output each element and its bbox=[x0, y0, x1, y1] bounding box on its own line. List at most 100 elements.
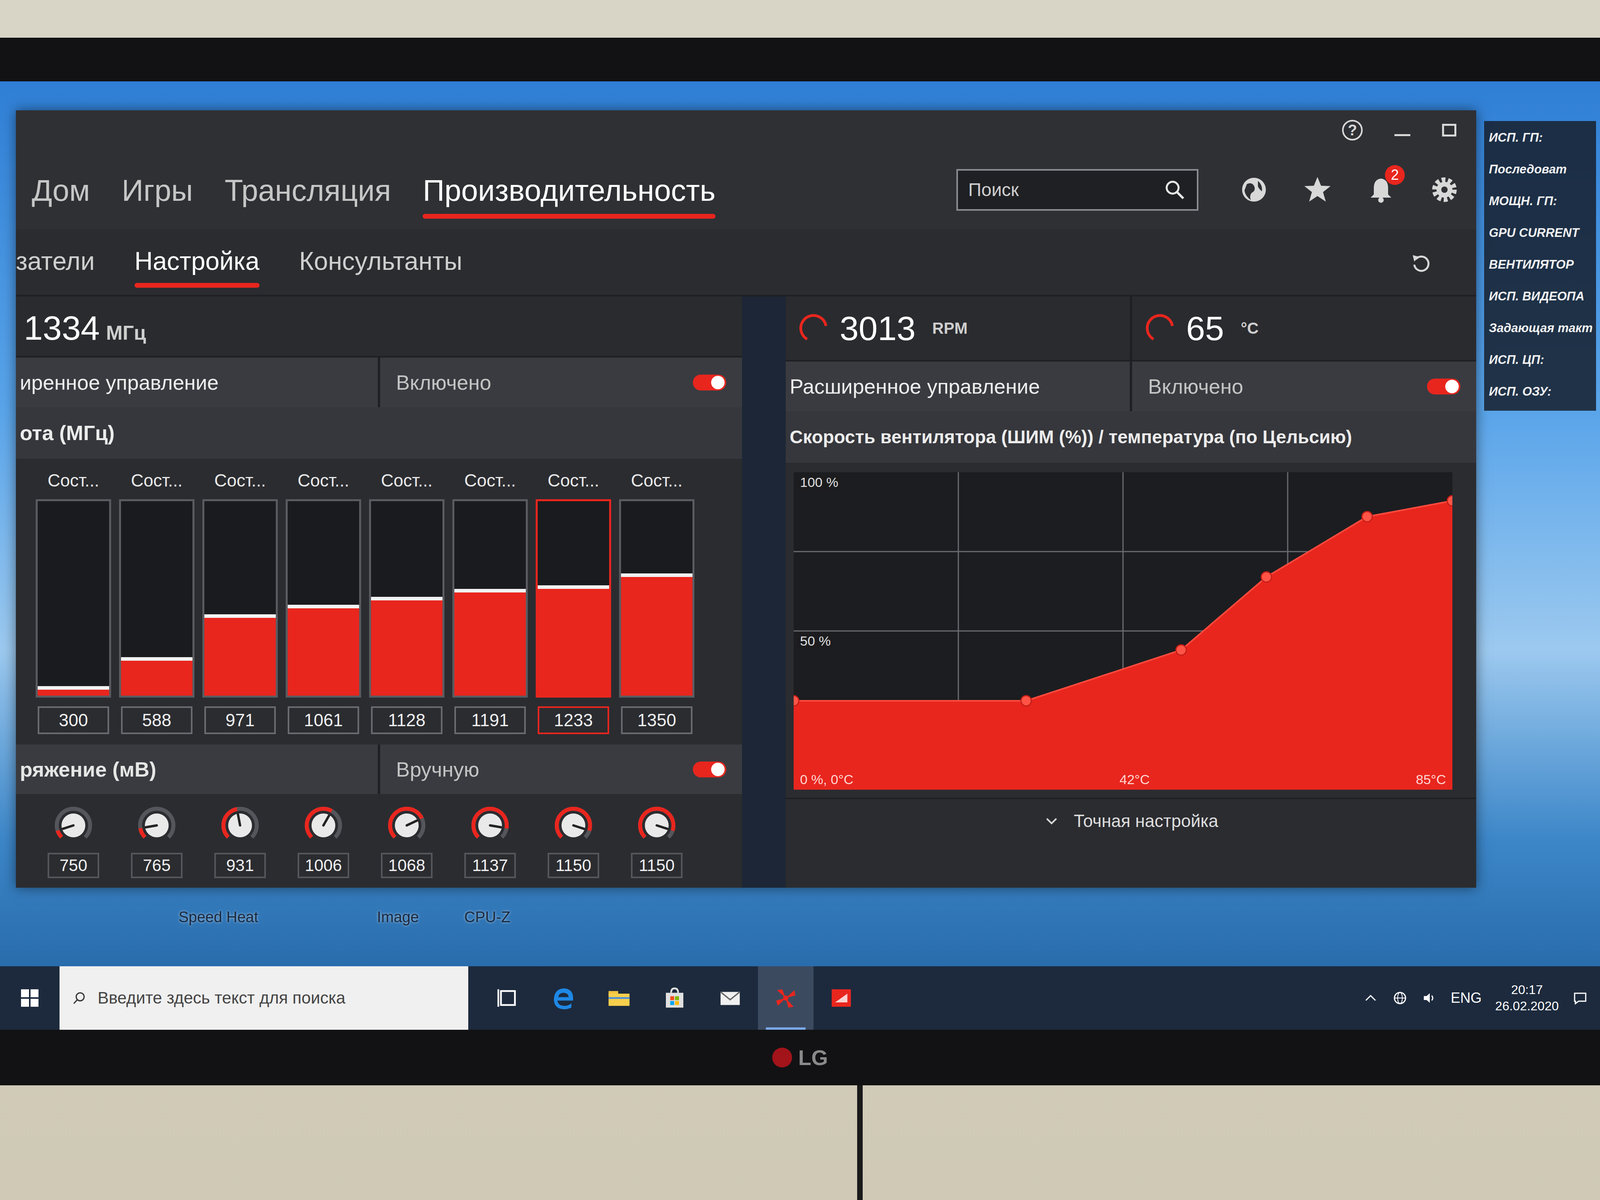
state-label: Сост... bbox=[214, 470, 266, 491]
state-label: Сост... bbox=[547, 470, 600, 491]
fan-curve-point[interactable] bbox=[1021, 695, 1032, 706]
notifications[interactable]: 2 bbox=[1365, 173, 1397, 206]
action-center-icon[interactable] bbox=[1572, 990, 1589, 1006]
sub-tab[interactable]: Настройка bbox=[134, 236, 280, 288]
nav-tab[interactable]: Производительность bbox=[406, 161, 732, 219]
network-icon[interactable] bbox=[1392, 990, 1408, 1006]
brand-name: LG bbox=[798, 1045, 829, 1070]
state-slider[interactable] bbox=[535, 499, 612, 698]
fine-tune-toggle[interactable]: Точная настройка bbox=[785, 797, 1477, 843]
task-view-icon bbox=[494, 984, 522, 1012]
taskbar-app[interactable] bbox=[757, 966, 814, 1030]
state-slider[interactable] bbox=[452, 499, 528, 698]
y-axis-label: 50 % bbox=[797, 633, 834, 649]
taskbar-app[interactable] bbox=[646, 966, 703, 1030]
gear-icon[interactable] bbox=[1428, 173, 1461, 206]
knob-value[interactable]: 1150 bbox=[547, 852, 600, 879]
minimize-button[interactable] bbox=[1394, 134, 1411, 137]
state-value[interactable]: 1061 bbox=[287, 706, 360, 735]
taskbar-app[interactable] bbox=[535, 966, 592, 1030]
nav-tab[interactable]: Трансляция bbox=[208, 161, 407, 219]
state-slider[interactable] bbox=[35, 499, 112, 698]
state-value[interactable]: 971 bbox=[204, 706, 276, 735]
nav-tab[interactable]: Дом bbox=[27, 161, 106, 219]
fan-advanced-toggle[interactable] bbox=[1426, 378, 1461, 395]
taskbar-apps bbox=[480, 966, 870, 1030]
knob-value[interactable]: 1137 bbox=[464, 852, 516, 879]
taskbar-app[interactable] bbox=[702, 966, 758, 1030]
wall bbox=[0, 1085, 1600, 1200]
search-field[interactable]: Поиск bbox=[956, 169, 1199, 211]
voltage-mode: Вручную bbox=[380, 744, 743, 795]
state-label: Сост... bbox=[380, 470, 433, 491]
knob-icon[interactable] bbox=[634, 803, 679, 848]
knob-value[interactable]: 1006 bbox=[297, 852, 350, 879]
knob-icon[interactable] bbox=[551, 803, 596, 848]
toggle-thumb bbox=[711, 762, 725, 777]
knob-value[interactable]: 1068 bbox=[380, 852, 433, 879]
chevron-down-icon bbox=[1043, 813, 1060, 829]
state-slider[interactable] bbox=[202, 499, 278, 698]
state-slider[interactable] bbox=[369, 499, 445, 698]
knob-value[interactable]: 931 bbox=[214, 852, 266, 879]
state-value[interactable]: 1128 bbox=[371, 706, 443, 735]
state-fill bbox=[537, 585, 610, 697]
clock-time: 20:17 bbox=[1511, 982, 1543, 998]
sub-tab[interactable]: Консультанты bbox=[299, 236, 483, 288]
speaker-icon[interactable] bbox=[1421, 990, 1438, 1006]
knob-icon[interactable] bbox=[51, 803, 96, 848]
taskbar-app[interactable] bbox=[480, 966, 536, 1030]
reset-icon[interactable] bbox=[1408, 250, 1433, 275]
globe-icon[interactable] bbox=[1238, 173, 1270, 206]
fan-chart-canvas[interactable]: 100 %50 %0 %, 0°C42°C85°C bbox=[793, 472, 1453, 790]
state-value[interactable]: 1191 bbox=[454, 706, 526, 735]
clock[interactable]: 20:1726.02.2020 bbox=[1495, 982, 1559, 1014]
knob-value[interactable]: 750 bbox=[47, 852, 100, 879]
state-value[interactable]: 588 bbox=[121, 706, 193, 735]
desktop-icon-label[interactable]: Speed Heat bbox=[178, 908, 259, 926]
state-slider[interactable] bbox=[285, 499, 362, 698]
fan-curve-point[interactable] bbox=[793, 695, 799, 706]
state-slider[interactable] bbox=[619, 499, 695, 698]
state-label: Сост... bbox=[130, 470, 183, 491]
running-indicator bbox=[488, 1027, 528, 1030]
desktop-icon-label[interactable]: CPU-Z bbox=[464, 908, 511, 926]
fan-advanced-value: Включено bbox=[1132, 361, 1477, 412]
taskbar-search[interactable]: Введите здесь текст для поиска bbox=[59, 966, 469, 1030]
start-button[interactable] bbox=[0, 966, 60, 1030]
language-indicator[interactable]: ENG bbox=[1450, 989, 1482, 1007]
knob-icon[interactable] bbox=[134, 803, 179, 848]
nav-bar: ДомИгры Трансляция Производительность Поиск… bbox=[15, 150, 1477, 230]
taskbar-app[interactable] bbox=[813, 966, 870, 1030]
sub-tab-label: Консультанты bbox=[299, 246, 463, 276]
fan-curve-point[interactable] bbox=[1175, 644, 1187, 656]
desktop-icon-label[interactable]: Image bbox=[376, 908, 420, 926]
advanced-toggle[interactable] bbox=[692, 374, 727, 391]
fan-curve-point[interactable] bbox=[1361, 511, 1373, 522]
fan-curve-point[interactable] bbox=[1261, 571, 1272, 583]
knob-icon[interactable] bbox=[218, 803, 262, 848]
state-slider[interactable] bbox=[119, 499, 195, 698]
knob-icon[interactable] bbox=[384, 803, 429, 848]
fan-curve-point[interactable] bbox=[1447, 495, 1453, 506]
nav-tab[interactable]: Игры bbox=[105, 161, 209, 219]
maximize-button[interactable] bbox=[1442, 123, 1457, 137]
monitor-chin: LG bbox=[0, 1029, 1600, 1086]
knob-icon[interactable] bbox=[301, 803, 346, 848]
help-button[interactable]: ? bbox=[1342, 119, 1363, 141]
sub-tab[interactable]: затели bbox=[15, 236, 115, 288]
knob-icon[interactable] bbox=[468, 803, 512, 848]
taskbar-app[interactable] bbox=[591, 966, 647, 1030]
voltage-toggle[interactable] bbox=[692, 761, 727, 778]
state-value[interactable]: 1233 bbox=[537, 706, 610, 735]
overlay-metric: ИСП. ВИДЕОПА bbox=[1488, 289, 1593, 304]
state-value[interactable]: 1350 bbox=[621, 706, 693, 735]
star-icon[interactable] bbox=[1301, 173, 1334, 206]
frequency-state: Сост... 1233 bbox=[535, 470, 612, 735]
frequency-header: ота (МГц) bbox=[15, 407, 743, 459]
nav-tab-label: Трансляция bbox=[224, 173, 391, 208]
state-value[interactable]: 300 bbox=[37, 706, 110, 735]
knob-value[interactable]: 1150 bbox=[630, 852, 683, 879]
chevron-up-icon[interactable] bbox=[1362, 990, 1379, 1006]
knob-value[interactable]: 765 bbox=[130, 852, 183, 879]
